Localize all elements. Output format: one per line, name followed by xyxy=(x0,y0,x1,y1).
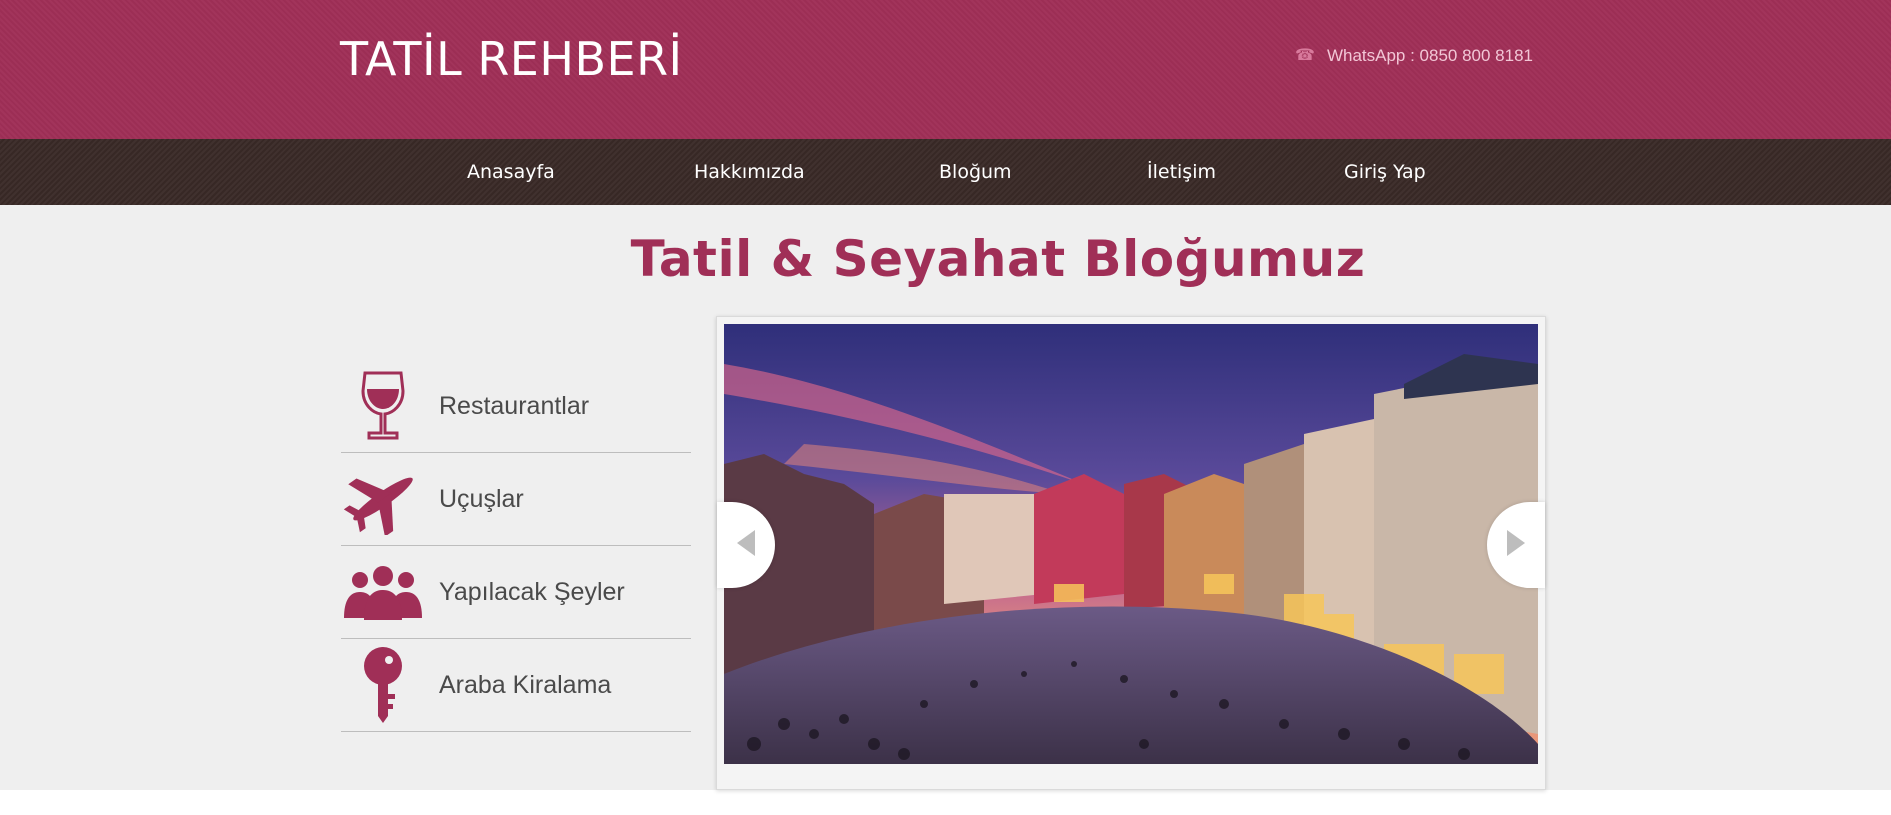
people-icon xyxy=(341,554,425,630)
site-logo[interactable]: TATİL REHBERİ xyxy=(340,30,683,88)
site-header: TATİL REHBERİ ☎ WhatsApp : 0850 800 8181 xyxy=(0,0,1891,139)
contact-info: ☎ WhatsApp : 0850 800 8181 xyxy=(1295,46,1533,66)
sidebar-item-flights[interactable]: Uçuşlar xyxy=(341,453,691,546)
phone-icon: ☎ xyxy=(1295,47,1315,64)
key-icon xyxy=(341,647,425,723)
sidebar-item-label: Yapılacak Şeyler xyxy=(439,578,625,606)
sidebar-item-car-rental[interactable]: Araba Kiralama xyxy=(341,639,691,732)
sidebar-item-label: Araba Kiralama xyxy=(439,671,612,699)
sidebar-item-label: Uçuşlar xyxy=(439,485,524,513)
sidebar-item-things-to-do[interactable]: Yapılacak Şeyler xyxy=(341,546,691,639)
main-navigation: Anasayfa Hakkımızda Bloğum İletişim Giri… xyxy=(0,139,1891,205)
arrow-right-icon xyxy=(1505,528,1527,562)
airplane-icon xyxy=(341,461,425,537)
arrow-left-icon xyxy=(735,528,757,562)
nav-item-login[interactable]: Giriş Yap xyxy=(1344,139,1426,205)
nav-item-about[interactable]: Hakkımızda xyxy=(694,139,805,205)
nav-item-home[interactable]: Anasayfa xyxy=(467,139,555,205)
whatsapp-number: WhatsApp : 0850 800 8181 xyxy=(1326,46,1533,65)
nav-item-contact[interactable]: İletişim xyxy=(1147,139,1216,205)
slider-photo xyxy=(724,324,1538,764)
nav-item-blog[interactable]: Bloğum xyxy=(939,139,1012,205)
category-sidebar: Restaurantlar Uçuşlar Yapılacak Şeyler A… xyxy=(341,360,691,732)
main-content: Tatil & Seyahat Bloğumuz Restaurantlar U… xyxy=(0,205,1891,790)
sidebar-item-label: Restaurantlar xyxy=(439,392,590,420)
image-slider xyxy=(716,316,1546,790)
page-title: Tatil & Seyahat Bloğumuz xyxy=(630,230,1366,288)
wine-glass-icon xyxy=(341,368,425,444)
sidebar-item-restaurants[interactable]: Restaurantlar xyxy=(341,360,691,453)
